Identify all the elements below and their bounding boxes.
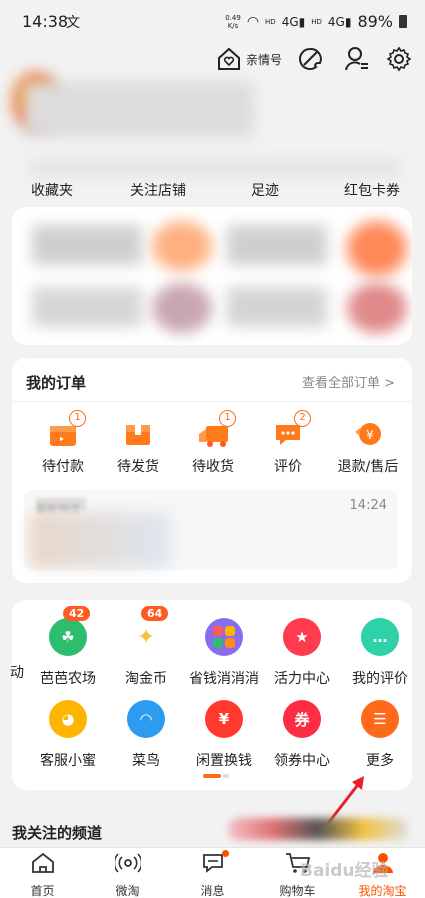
language-indicator: 文 <box>66 15 80 31</box>
gems-icon <box>205 618 243 656</box>
order-to-ship[interactable]: 待发货 <box>98 420 178 476</box>
orders-title: 我的订单 <box>26 374 87 392</box>
page-indicator <box>223 774 229 778</box>
list-icon: ☰ <box>361 700 399 738</box>
refund-icon: ¥ <box>353 420 383 448</box>
coupon-icon: 券 <box>283 700 321 738</box>
tool-cainiao[interactable]: ◠ 菜鸟 <box>104 700 188 770</box>
truck-icon: 1 <box>198 410 236 448</box>
wifi-icon: ◠ <box>246 13 260 30</box>
order-pending-payment[interactable]: 1 待付款 <box>23 410 103 476</box>
broadcast-icon <box>113 853 142 873</box>
favorites-link[interactable]: 收藏夹 <box>2 180 102 200</box>
watermark: Baidu经验 <box>300 861 389 881</box>
hd-label-2: HD <box>311 17 322 26</box>
status-bar: 14:38 文 0.49 K/s ◠ HD 4G▮ HD 4G▮ 89% <box>0 0 425 40</box>
tool-match-game[interactable]: 省钱消消消 <box>182 618 266 688</box>
divider <box>12 401 412 402</box>
family-account-button[interactable]: 亲情号 <box>216 44 282 74</box>
order-refund-aftersale[interactable]: ¥ 退款/售后 <box>328 420 408 476</box>
svg-text:¥: ¥ <box>366 428 374 442</box>
footprint-link[interactable]: 足迹 <box>215 180 315 200</box>
tool-vitality-center[interactable]: ★ 活力中心 <box>260 618 344 688</box>
unread-dot <box>221 850 229 857</box>
coupons-link[interactable]: 红包卡券 <box>322 180 422 200</box>
status-time: 14:38 <box>22 12 69 31</box>
tool-baba-farm[interactable]: ☘ 42 芭芭农场 <box>26 606 110 688</box>
coin-sparkle-icon: ✦ 64 <box>127 606 169 656</box>
theme-button[interactable] <box>296 44 324 74</box>
tab-messages[interactable]: 消息 <box>170 850 255 898</box>
message-icon <box>202 854 223 873</box>
page-indicator-active <box>203 774 221 778</box>
package-icon <box>123 420 153 448</box>
tool-customer-service[interactable]: ◕ 客服小蜜 <box>26 700 110 770</box>
account-manage-button[interactable] <box>344 44 370 74</box>
tool-my-reviews[interactable]: … 我的评价 <box>338 618 422 688</box>
settings-button[interactable] <box>386 44 412 74</box>
comment-icon: 2 <box>273 410 311 448</box>
farm-icon: ☘ 42 <box>49 606 91 656</box>
tool-idle-resale[interactable]: ¥ 闲置换钱 <box>182 700 266 770</box>
battery-icon <box>399 15 407 28</box>
view-all-orders-link[interactable]: 查看全部订单 > <box>302 372 395 391</box>
chat-bubble-icon: … <box>361 618 399 656</box>
bird-icon: ◠ <box>127 700 165 738</box>
house-heart-icon <box>218 47 240 70</box>
status-right: 0.49 K/s ◠ HD 4G▮ HD 4G▮ 89% <box>225 12 407 31</box>
logistics-content-blurred <box>30 512 170 568</box>
signal-icon-2: 4G▮ <box>327 14 352 29</box>
tool-more[interactable]: ☰ 更多 <box>338 700 422 770</box>
stats-counts-blurred <box>30 160 400 176</box>
gear-icon <box>386 46 412 72</box>
logistics-time: 14:24 <box>349 498 387 513</box>
channels-preview-blurred[interactable] <box>228 818 408 840</box>
wallet-icon: 1 <box>48 410 86 448</box>
user-list-icon <box>345 47 368 71</box>
battery-level: 89% <box>357 12 393 31</box>
hd-label-1: HD <box>265 17 276 26</box>
followed-shops-link[interactable]: 关注店铺 <box>108 180 208 200</box>
palette-brush-icon <box>299 47 322 70</box>
network-speed: 0.49 K/s <box>225 13 241 30</box>
tool-partial-label: 动 <box>10 665 24 681</box>
tool-gold-coin[interactable]: ✦ 64 淘金币 <box>104 606 188 688</box>
signal-icon-1: 4G▮ <box>281 14 306 29</box>
promo-card[interactable] <box>12 207 412 345</box>
channels-title: 我关注的频道 <box>12 824 103 842</box>
family-account-label: 亲情号 <box>246 52 283 67</box>
order-to-receive[interactable]: 1 待收货 <box>173 410 253 476</box>
tab-home[interactable]: 首页 <box>0 852 85 898</box>
profile-info-blurred <box>24 82 254 137</box>
tool-coupon-center[interactable]: 券 领券中心 <box>260 700 344 770</box>
home-icon <box>31 852 54 873</box>
service-bot-icon: ◕ <box>49 700 87 738</box>
logistics-label: 最新物流 <box>36 498 86 516</box>
medal-icon: ★ <box>283 618 321 656</box>
tab-weitao[interactable]: 微淘 <box>85 852 170 898</box>
order-to-review[interactable]: 2 评价 <box>248 410 328 476</box>
money-bag-icon: ¥ <box>205 700 243 738</box>
